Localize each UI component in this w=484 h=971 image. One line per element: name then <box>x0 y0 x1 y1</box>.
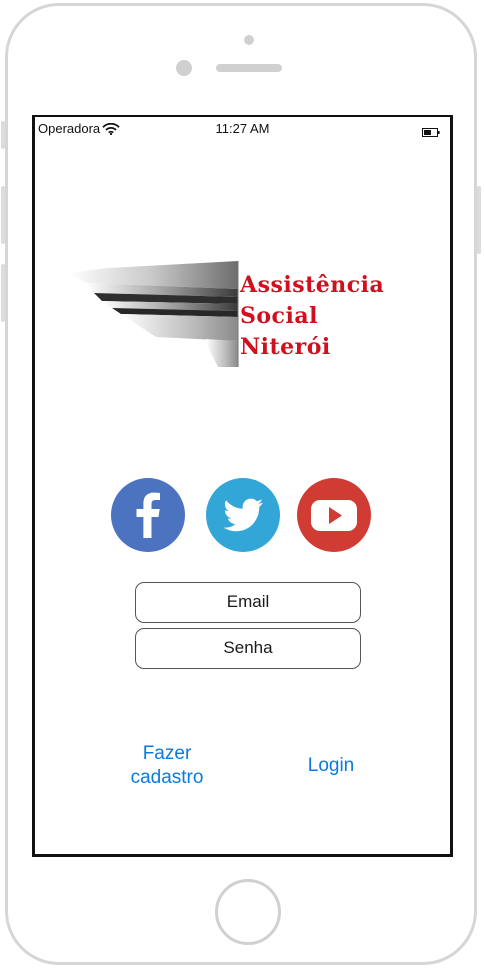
password-field[interactable]: Senha <box>135 628 361 669</box>
youtube-button[interactable] <box>297 478 371 552</box>
twitter-icon <box>223 498 263 532</box>
login-link[interactable]: Login <box>298 754 364 778</box>
logo-line-2: Social <box>240 303 318 329</box>
earpiece-speaker <box>216 64 282 72</box>
app-screen: Operadora 11:27 AM Assistência Social Ni… <box>32 115 453 857</box>
front-camera <box>244 35 254 45</box>
power-button <box>477 186 481 254</box>
home-button[interactable] <box>215 879 281 945</box>
volume-up-button <box>1 186 5 244</box>
carrier-label: Operadora <box>38 121 101 136</box>
volume-down-button <box>1 264 5 322</box>
signup-label-line-2: cadastro <box>130 767 204 788</box>
logo-line-1: Assistência <box>240 272 385 298</box>
twitter-button[interactable] <box>206 478 280 552</box>
facebook-button[interactable] <box>111 478 185 552</box>
battery-icon <box>422 125 440 140</box>
signup-label-line-1: Fazer <box>142 743 192 764</box>
mute-switch <box>1 121 5 149</box>
logo-line-3: Niterói <box>240 334 331 360</box>
signup-link[interactable]: Fazer cadastro <box>117 742 217 790</box>
wifi-icon <box>102 122 120 138</box>
email-field[interactable]: Email <box>135 582 361 623</box>
youtube-icon <box>311 500 357 531</box>
status-bar: Operadora 11:27 AM <box>35 117 450 139</box>
facebook-icon <box>136 492 160 538</box>
logo-title: Assistência Social Niterói <box>240 270 440 363</box>
proximity-sensor <box>176 60 192 76</box>
